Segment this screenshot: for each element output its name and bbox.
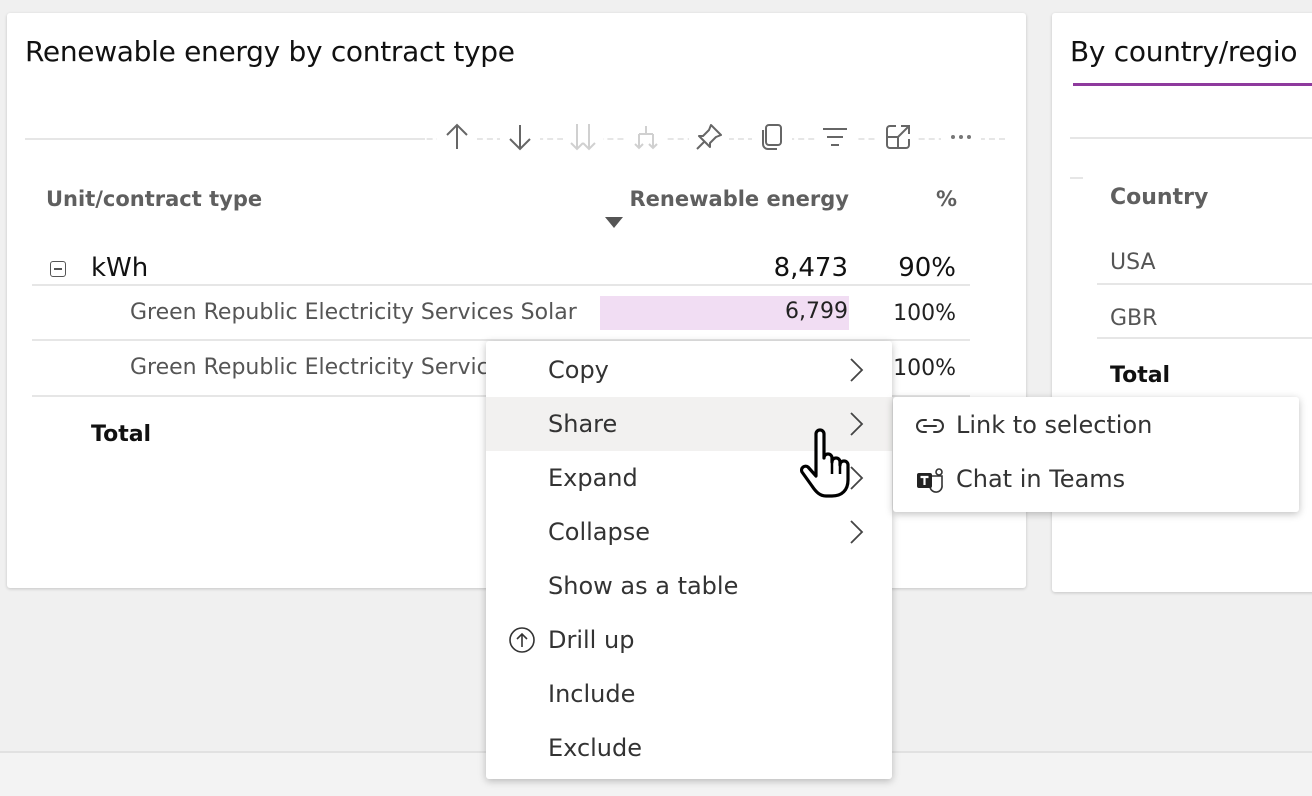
menu-item-label: Exclude [548, 734, 643, 762]
table-row-value: 6,799 [785, 299, 848, 324]
table-row-label[interactable]: USA [1110, 250, 1156, 275]
pin-icon [696, 124, 722, 150]
fork-arrow-down-icon [634, 126, 658, 150]
menu-item-collapse[interactable]: Collapse [486, 505, 892, 559]
menu-item-label: Share [548, 410, 618, 438]
next-level-button[interactable] [563, 117, 603, 157]
menu-item-label: Show as a table [548, 572, 739, 600]
filter-icon [823, 128, 847, 146]
context-menu: Copy Share Expand Collapse Show as a tab… [486, 341, 892, 779]
double-arrow-down-icon [570, 124, 596, 151]
focus-mode-button[interactable] [878, 117, 918, 157]
drill-up-circle-icon [509, 627, 535, 653]
column-header-country[interactable]: Country [1110, 185, 1208, 210]
table-row-label[interactable]: GBR [1110, 306, 1157, 331]
menu-item-exclude[interactable]: Exclude [486, 721, 892, 775]
hand-pointer-cursor-icon [799, 428, 850, 498]
visual-title: Renewable energy by contract type [25, 35, 515, 68]
row-divider [1097, 337, 1312, 339]
expand-all-button[interactable] [626, 117, 666, 157]
menu-item-label: Copy [548, 356, 609, 384]
visual-header-toolbar [437, 117, 1004, 157]
pin-visual-button[interactable] [689, 117, 729, 157]
menu-item-show-as-table[interactable]: Show as a table [486, 559, 892, 613]
menu-item-copy[interactable]: Copy [486, 343, 892, 397]
arrow-down-icon [509, 125, 531, 151]
chevron-right-icon [850, 358, 864, 382]
submenu-item-label: Link to selection [956, 411, 1153, 439]
submenu-item-chat-in-teams[interactable]: Chat in Teams [893, 453, 1299, 507]
table-row-label[interactable]: Green Republic Electricity Service [130, 355, 502, 380]
chevron-right-icon [850, 520, 864, 544]
share-submenu: Link to selection Chat in Teams [893, 397, 1299, 512]
submenu-item-label: Chat in Teams [956, 465, 1126, 493]
menu-item-label: Include [548, 680, 636, 708]
total-label: Total [1110, 363, 1171, 388]
arrow-up-icon [446, 123, 468, 149]
group-value: 8,473 [773, 253, 848, 283]
more-icon [951, 135, 971, 139]
sort-descending-icon [605, 217, 623, 228]
group-pct: 90% [898, 253, 956, 283]
menu-item-label: Expand [548, 464, 638, 492]
group-label[interactable]: kWh [91, 253, 148, 283]
table-row-pct: 100% [893, 301, 956, 326]
visual-title: By country/regio [1070, 35, 1298, 68]
title-accent-underline [1073, 83, 1312, 86]
collapse-group-icon[interactable] [50, 261, 66, 277]
teams-icon [917, 468, 943, 493]
total-label: Total [91, 422, 152, 447]
menu-item-label: Drill up [548, 626, 635, 654]
drill-up-button[interactable] [437, 117, 477, 157]
expand-icon [886, 125, 910, 149]
menu-item-include[interactable]: Include [486, 667, 892, 721]
toolbar-divider [1070, 137, 1312, 139]
copy-visual-button[interactable] [752, 117, 792, 157]
divider-dash [1070, 177, 1083, 179]
more-options-button[interactable] [941, 117, 981, 157]
table-row-pct: 100% [893, 356, 956, 381]
submenu-item-link-to-selection[interactable]: Link to selection [893, 399, 1299, 453]
column-header-pct[interactable]: % [936, 187, 957, 211]
column-header-renewable[interactable]: Renewable energy [630, 187, 849, 211]
link-icon [916, 419, 944, 433]
row-divider [1097, 283, 1312, 285]
drill-down-button[interactable] [500, 117, 540, 157]
row-divider [32, 284, 970, 286]
menu-item-label: Collapse [548, 518, 650, 546]
column-header-unit[interactable]: Unit/contract type [46, 187, 262, 211]
filter-button[interactable] [815, 117, 855, 157]
menu-item-drill-up[interactable]: Drill up [486, 613, 892, 667]
copy-icon [762, 124, 782, 150]
toolbar-divider-solid [25, 138, 425, 140]
table-row-label[interactable]: Green Republic Electricity Services Sola… [130, 300, 577, 325]
